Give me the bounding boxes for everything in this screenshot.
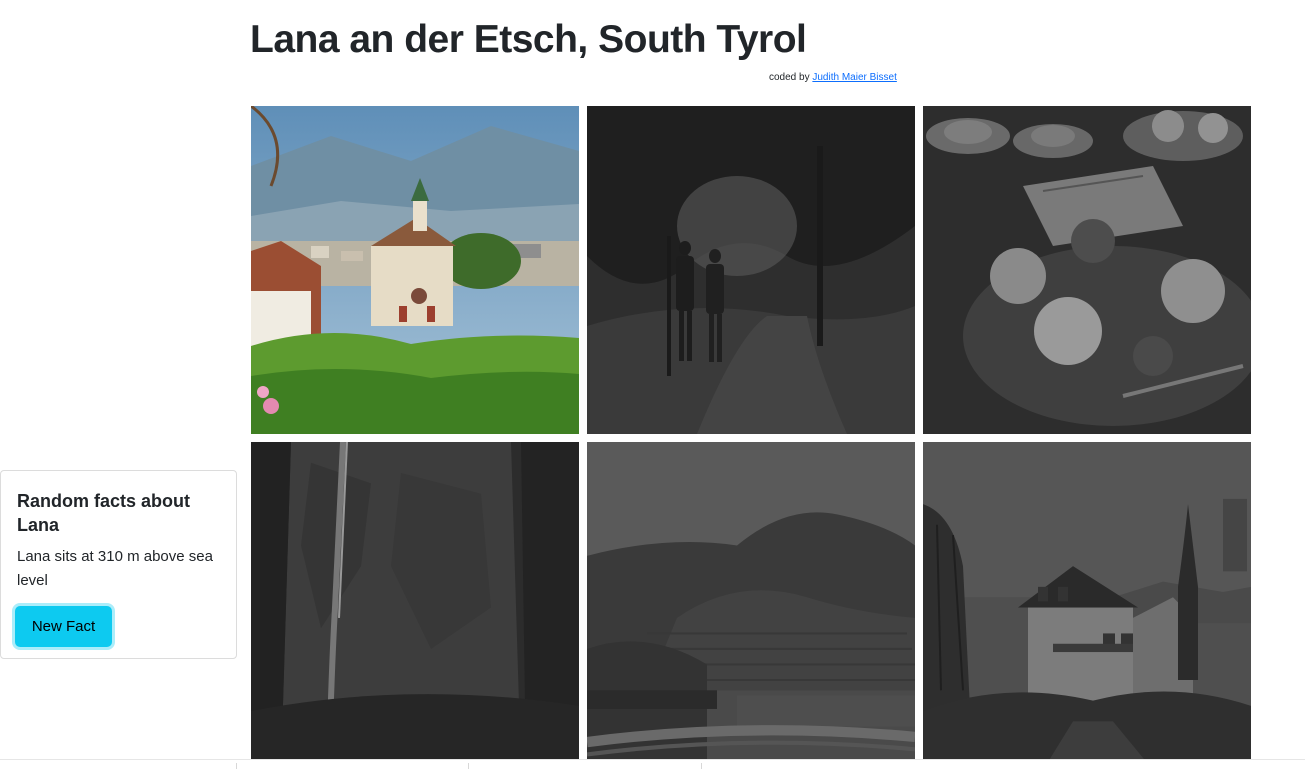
fact-text: Lana sits at 310 m above sea level [17,548,213,589]
footer-tick [236,763,237,769]
waterfall-photo [251,442,579,759]
figs-dessert-photo [923,106,1251,434]
guesthouse-photo [923,442,1251,759]
new-fact-button[interactable]: New Fact [15,606,112,647]
mountain-vineyard-photo [587,442,915,759]
photo-gallery [251,106,1251,759]
author-link[interactable]: Judith Maier Bisset [812,72,896,83]
footer-divider [0,759,1305,760]
random-facts-card: Random facts about Lana Lana sits at 310… [0,470,237,659]
footer-tick [701,763,702,769]
credit-line: coded by Judith Maier Bisset [769,72,897,83]
forest-path-photo [587,106,915,434]
page-title: Lana an der Etsch, South Tyrol [250,18,807,61]
fact-card-title: Random facts about Lana [17,491,191,535]
footer-tick [468,763,469,769]
chapel-photo [251,106,579,434]
credit-prefix: coded by [769,72,810,83]
